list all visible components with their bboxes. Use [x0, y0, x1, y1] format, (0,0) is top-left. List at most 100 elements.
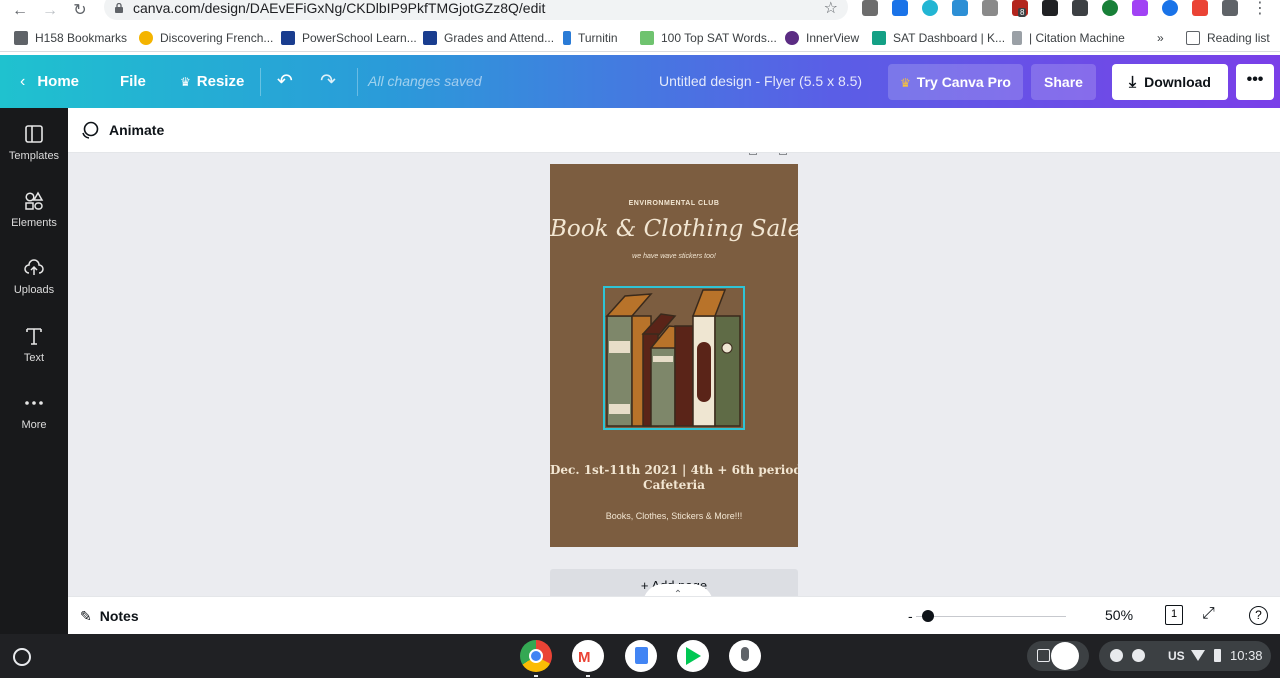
uploads-icon [24, 259, 44, 275]
bookmark-star-icon[interactable]: ☆ [824, 0, 838, 18]
text-icon [26, 328, 42, 345]
sidebar-item-text[interactable]: Text [0, 326, 68, 386]
reload-icon[interactable]: ↻ [70, 2, 90, 22]
page-copy-icon[interactable] [749, 153, 757, 155]
fullscreen-icon[interactable]: ⤢ [1202, 605, 1215, 623]
download-button[interactable]: ⤓ Download [1112, 64, 1228, 100]
checkbox-icon [640, 31, 654, 45]
powerschool-icon [281, 31, 295, 45]
bookmarks-bar: H158 Bookmarks Discovering French... Pow… [0, 25, 1280, 52]
extensions-puzzle-icon[interactable] [1222, 0, 1238, 16]
bookmark-item[interactable]: PowerSchool Learn... [281, 30, 417, 47]
bookmark-item[interactable]: Discovering French... [139, 30, 273, 47]
chrome-menu-icon[interactable]: ⋮ [1250, 0, 1270, 20]
book-band [653, 356, 673, 362]
notes-button[interactable]: ✎ Notes [80, 606, 139, 626]
book-spine [714, 315, 741, 427]
header-divider [260, 68, 261, 96]
bookmark-item[interactable]: SAT Dashboard | K... [872, 30, 1005, 47]
animate-icon [82, 121, 99, 139]
chrome-app-icon[interactable] [520, 640, 552, 672]
animate-button[interactable]: Animate [80, 120, 164, 140]
chevron-left-icon: ‹ [20, 73, 26, 90]
zoom-out-icon[interactable]: - [908, 608, 913, 624]
bookmark-item[interactable]: InnerView [785, 30, 859, 47]
forward-icon[interactable]: → [40, 2, 60, 22]
active-app-indicator [534, 675, 538, 677]
flyer-title[interactable]: Book & Clothing Sale [550, 216, 798, 242]
share-button[interactable]: Share [1031, 64, 1096, 100]
book-band [609, 404, 630, 414]
design-title[interactable]: Untitled design - Flyer (5.5 x 8.5) [659, 55, 862, 108]
extension-arrow-icon[interactable] [1192, 0, 1208, 16]
play-store-app-icon[interactable] [677, 640, 709, 672]
bookmark-item[interactable]: Turnitin [563, 30, 618, 47]
flyer-items[interactable]: Books, Clothes, Stickers & More!!! [550, 511, 798, 521]
try-canva-pro-button[interactable]: ♛ Try Canva Pro [888, 64, 1023, 100]
flyer-club-name[interactable]: ENVIRONMENTAL CLUB [550, 200, 798, 207]
extension-cloud-icon[interactable] [952, 0, 968, 16]
bookmark-item[interactable]: Grades and Attend... [423, 30, 554, 47]
gmail-app-icon[interactable]: M [572, 640, 604, 672]
back-icon[interactable]: ← [10, 2, 30, 22]
extension-copy-icon[interactable] [982, 0, 998, 16]
flyer-page[interactable]: ENVIRONMENTAL CLUB Book & Clothing Sale … [550, 164, 798, 547]
extension-r-icon[interactable] [862, 0, 878, 16]
zoom-slider-thumb[interactable] [921, 610, 934, 622]
file-menu-button[interactable]: File [120, 55, 146, 108]
browser-toolbar: ← → ↻ canva.com/design/DAEvEFiGxNg/CKDlb… [0, 0, 1280, 24]
holding-space-tray[interactable] [1027, 641, 1089, 671]
address-bar[interactable]: canva.com/design/DAEvEFiGxNg/CKDlbIP9Pkf… [104, 0, 848, 20]
books-illustration[interactable] [603, 286, 745, 430]
redo-icon[interactable]: ↷ [320, 55, 336, 108]
book-spine [674, 325, 694, 427]
extension-globe-icon[interactable] [922, 0, 938, 16]
save-status: All changes saved [368, 73, 482, 89]
book-band [609, 341, 630, 353]
page-delete-icon[interactable] [779, 153, 787, 155]
show-pages-chevron-icon[interactable]: ⌃ [643, 584, 713, 596]
crown-icon: ♛ [900, 76, 911, 90]
status-tray[interactable]: US 10:38 [1099, 641, 1271, 671]
circle-icon [139, 31, 153, 45]
extension-figure-icon[interactable] [1042, 0, 1058, 16]
resize-button[interactable]: ♛ Resize [180, 55, 244, 108]
voice-recorder-app-icon[interactable] [729, 640, 761, 672]
extension-lp-icon[interactable] [1102, 0, 1118, 16]
editor-toolbar: Animate [68, 108, 1280, 153]
page-count-button[interactable]: 1 [1165, 605, 1183, 625]
bookmark-item[interactable]: H158 Bookmarks [14, 30, 127, 47]
flyer-subtitle[interactable]: we have wave stickers too! [550, 253, 798, 260]
sidebar-item-uploads[interactable]: Uploads [0, 258, 68, 318]
zoom-slider-track[interactable] [916, 616, 1066, 617]
flyer-location[interactable]: Cafeteria [550, 478, 798, 492]
undo-icon[interactable]: ↶ [277, 55, 293, 108]
launcher-icon[interactable] [13, 648, 31, 666]
home-button[interactable]: ‹ Home [20, 55, 79, 108]
clock: 10:38 [1230, 648, 1263, 663]
bookmark-item[interactable]: 100 Top SAT Words... [640, 30, 777, 47]
extension-purple-icon[interactable] [1132, 0, 1148, 16]
sidebar-item-templates[interactable]: Templates [0, 124, 68, 184]
zoom-percent[interactable]: 50% [1105, 607, 1133, 623]
extension-shield-icon[interactable] [892, 0, 908, 16]
docs-app-icon[interactable] [625, 640, 657, 672]
help-icon[interactable]: ? [1249, 606, 1268, 625]
extension-bird-icon[interactable] [1162, 0, 1178, 16]
sat-icon [872, 31, 886, 45]
screenshot-icon [1037, 649, 1050, 662]
sidebar-item-more[interactable]: More [0, 393, 68, 453]
url-text: canva.com/design/DAEvEFiGxNg/CKDlbIP9Pkf… [133, 0, 546, 16]
bookmark-item[interactable]: | Citation Machine [1012, 30, 1125, 47]
elements-icon [25, 191, 44, 210]
extension-up-icon[interactable]: 8 [1012, 0, 1028, 17]
bookmarks-overflow-button[interactable]: » [1157, 30, 1164, 47]
flyer-dates[interactable]: Dec. 1st-11th 2021 | 4th + 6th period [550, 463, 798, 477]
more-options-icon[interactable]: ••• [1236, 64, 1274, 100]
more-icon [25, 401, 43, 405]
lock-icon [115, 3, 123, 13]
reading-list-button[interactable]: Reading list [1186, 30, 1270, 47]
extension-square-icon[interactable] [1072, 0, 1088, 16]
wifi-icon [1191, 650, 1205, 661]
sidebar-item-elements[interactable]: Elements [0, 191, 68, 251]
